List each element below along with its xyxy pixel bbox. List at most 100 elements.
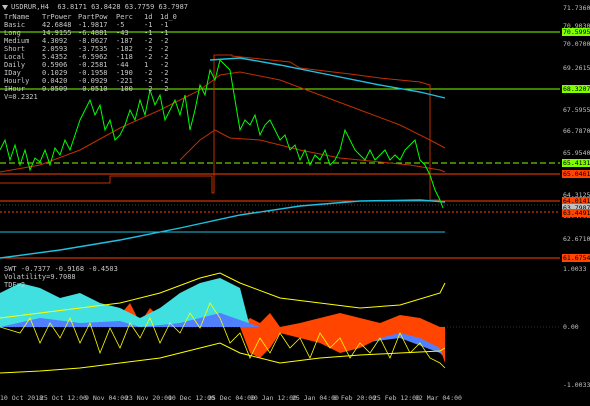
info-cell: -2 [144, 85, 153, 93]
info-cell: Long [4, 29, 21, 37]
info-cell: -2 [160, 53, 169, 61]
info-cell: -2 [144, 53, 153, 61]
info-cell: Short [4, 45, 26, 53]
info-cell: -2 [144, 37, 153, 45]
info-cell: -221 [116, 77, 133, 85]
chevron-down-icon[interactable] [2, 4, 8, 10]
info-cell: -118 [116, 53, 133, 61]
time-label: 8 Feb 20:00 [333, 394, 377, 402]
info-row: IHour 0.0509 -0.0510 -100 -2 -2 [4, 85, 176, 93]
osc-tick-zero: 0.00 [563, 323, 579, 331]
info-cell: TrName [4, 13, 30, 21]
price-tag: 63.4491 [562, 209, 590, 217]
info-cell: 0.5906 [42, 61, 68, 69]
info-cell: -2 [160, 69, 169, 77]
osc-label-3: TDF=2 [4, 281, 26, 289]
chart-title: USDRUR,H4 63.8171 63.8428 63.7759 63.798… [2, 3, 188, 11]
time-label: 10 Oct 2018 [0, 394, 44, 402]
info-cell: -1.9817 [78, 21, 108, 29]
price-tick-label: 69.2615 [563, 64, 590, 72]
info-cell: -5 [116, 21, 125, 29]
price-tag: 68.3207 [562, 85, 590, 93]
info-cell: -1 [144, 29, 153, 37]
price-tick-label: 62.6710 [563, 235, 590, 243]
time-label: 9 Nov 04:00 [85, 394, 129, 402]
price-tick-label: 67.5955 [563, 106, 590, 114]
info-cell: PartPow [78, 13, 108, 21]
info-cell: -2 [160, 37, 169, 45]
info-cell: Local [4, 53, 26, 61]
info-cell: -6.4881 [78, 29, 108, 37]
price-tick-label: 65.9540 [563, 149, 590, 157]
info-cell: -44 [116, 61, 129, 69]
info-cell: -182 [116, 45, 133, 53]
chart-title-text: USDRUR,H4 63.8171 63.8428 63.7759 63.798… [11, 3, 189, 11]
info-header-row: TrName TrPower PartPow Perc 1d 1d_0 [4, 13, 177, 21]
price-chart-panel[interactable]: USDRUR,H4 63.8171 63.8428 63.7759 63.798… [0, 0, 590, 262]
info-cell: -2 [144, 69, 153, 77]
osc-label-2: Volatility=9.7088 [4, 273, 76, 281]
info-row: Long 14.9155 -6.4881 -43 -1 -1 [4, 29, 176, 37]
price-tag: 61.6754 [562, 254, 590, 262]
time-label: 25 Dec 04:00 [208, 394, 255, 402]
info-cell: 0.0509 [42, 85, 68, 93]
info-cell: -2 [160, 85, 169, 93]
info-cell: 42.6848 [42, 21, 72, 29]
info-cell: -2 [144, 45, 153, 53]
info-cell: TrPower [42, 13, 72, 21]
osc-label-1: SWT -0.7377 -0.9168 -0.4503 [4, 265, 118, 273]
info-cell: 1d_0 [160, 13, 177, 21]
info-cell: -1 [160, 29, 169, 37]
info-cell: -3.7535 [78, 45, 108, 53]
price-tag: 70.5995 [562, 28, 590, 36]
time-axis: 10 Oct 2018 25 Oct 12:00 9 Nov 04:00 23 Nov… [0, 391, 590, 406]
info-cell: -100 [116, 85, 133, 93]
price-tag: 65.4131 [562, 159, 590, 167]
price-axis: 71.736070.903070.070069.261568.428567.59… [562, 0, 590, 262]
info-row: Basic 42.6848 -1.9817 -5 -1 -1 [4, 21, 176, 29]
time-label: 12 Mar 04:00 [415, 394, 462, 402]
info-cell: -2 [144, 77, 153, 85]
info-cell: -0.1958 [78, 69, 108, 77]
info-cell: IDay [4, 69, 21, 77]
time-label: 25 Oct 12:00 [40, 394, 87, 402]
info-cell: 2.0593 [42, 45, 68, 53]
info-cell: -2 [160, 45, 169, 53]
info-cell: 0.0420 [42, 77, 68, 85]
time-label: 10 Jan 12:00 [250, 394, 297, 402]
info-cell: -1 [144, 21, 153, 29]
info-footer: V=0.2321 [4, 93, 38, 101]
info-cell: 0.1029 [42, 69, 68, 77]
info-cell: Perc [116, 13, 133, 21]
info-cell: Hourly [4, 77, 30, 85]
price-tick-label: 71.7360 [563, 4, 590, 12]
osc-tick-top: 1.0033 [563, 265, 587, 273]
info-table: TrName TrPower PartPow Perc 1d 1d_0 Basic 42.68… [4, 13, 177, 101]
info-cell: Daily [4, 61, 26, 69]
info-row: Short 2.0593 -3.7535 -182 -2 -2 [4, 45, 176, 53]
oscillator-svg[interactable] [0, 263, 590, 390]
info-cell: 1 [144, 61, 149, 69]
price-tick-label: 70.0700 [563, 40, 590, 48]
info-cell: -2 [160, 61, 169, 69]
info-row: Hourly 0.0420 -0.0929 -221 -2 -2 [4, 77, 176, 85]
time-label: 25 Feb 12:00 [373, 394, 420, 402]
price-tag: 65.0461 [562, 170, 590, 178]
info-row: Daily 0.5906 -0.2581 -44 1 -2 [4, 61, 176, 69]
info-cell: -6.5962 [78, 53, 108, 61]
info-cell: -43 [116, 29, 129, 37]
info-cell: 14.9155 [42, 29, 72, 37]
time-label: 23 Nov 20:00 [125, 394, 172, 402]
info-cell: -190 [116, 69, 133, 77]
info-cell: -1 [160, 21, 169, 29]
info-cell: IHour [4, 85, 26, 93]
osc-tick-bottom: -1.0033 [563, 381, 590, 389]
time-label: 25 Jan 04:00 [292, 394, 339, 402]
info-row: Medium 4.3092 -8.0627 -187 -2 -2 [4, 37, 176, 45]
info-row: Local 5.4352 -6.5962 -118 -2 -2 [4, 53, 176, 61]
info-cell: 4.3092 [42, 37, 68, 45]
price-tick-label: 66.7870 [563, 127, 590, 135]
info-cell: -8.0627 [78, 37, 108, 45]
oscillator-panel[interactable]: SWT -0.7377 -0.9168 -0.4503 Volatility=9… [0, 263, 590, 390]
info-cell: -0.0510 [78, 85, 108, 93]
